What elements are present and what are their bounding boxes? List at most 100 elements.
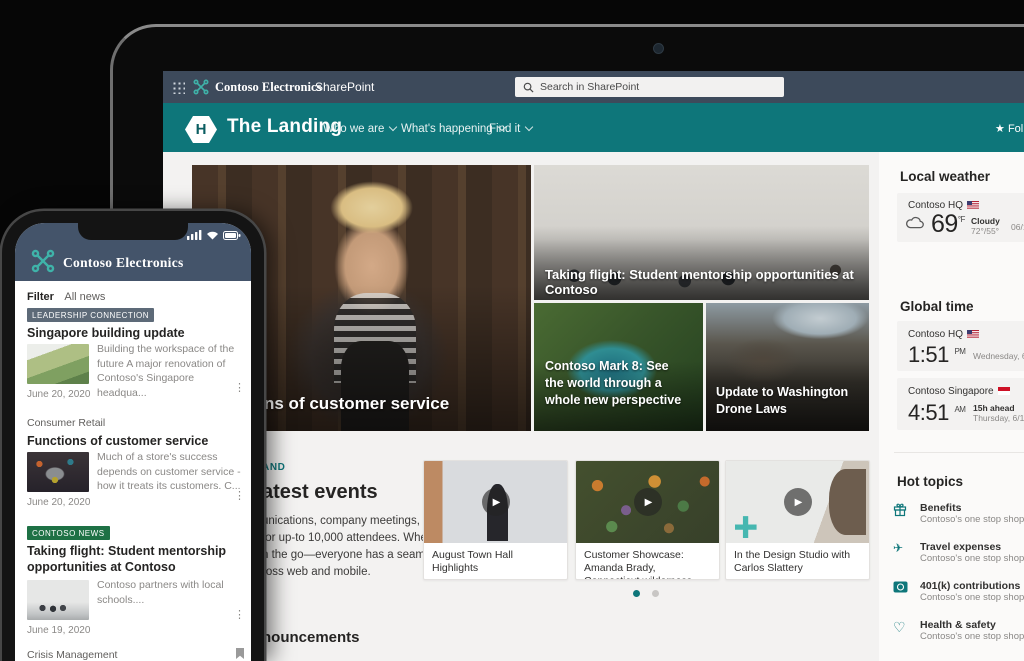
news-date: June 20, 2020 [27,389,90,400]
hero-bottomleft-headline[interactable]: Contoso Mark 8: See the world through a … [545,358,685,409]
contoso-logo-icon [193,79,209,95]
tablet-camera [653,43,664,54]
news-title[interactable]: Functions of customer service [27,433,208,449]
news-thumbnail[interactable] [27,452,89,492]
clock-date: Wednesday, 6/17/ [973,351,1024,361]
play-icon[interactable]: ▶ [784,488,812,516]
us-flag-icon [967,201,979,209]
hero-bottomleft-tile[interactable]: Contoso Mark 8: See the world through a … [534,303,703,431]
weather-card[interactable]: Contoso HQ 69°F Cloudy 72°/55° 06/17/ [897,193,1024,242]
clock-card-hq[interactable]: Contoso HQ 1:51 PM Wednesday, 6/17/ [897,321,1024,371]
phone-status-icons [187,230,241,240]
follow-button[interactable]: ★ Follo [995,122,1024,135]
topic-health-safety[interactable]: ♡ Health & safety Contoso's one stop sho… [893,619,1024,642]
phone-brand: Contoso Electronics [63,255,184,271]
event-card[interactable]: ▶ August Town Hall Highlights [423,460,568,580]
heart-icon: ♡ [893,619,906,636]
carousel-dot[interactable] [652,590,659,597]
site-nav-bar: H The Landing Who we are What's happenin… [163,103,1024,152]
clock-offset: 15h ahead [973,403,1015,413]
site-logo[interactable]: H [185,116,217,143]
site-logo-letter: H [196,121,207,138]
plane-icon: ✈ [893,541,903,555]
weather-heading: Local weather [900,169,990,184]
nav-who-we-are[interactable]: Who we are [323,123,396,135]
news-title[interactable]: Taking flight: Student mentorship opport… [27,543,232,575]
more-options-icon[interactable]: ⋮ [234,381,245,394]
wifi-icon [206,230,219,240]
news-badge: CONTOSO NEWS [27,526,110,540]
suite-bar-product[interactable]: SharePoint [315,80,374,94]
news-badge: LEADERSHIP CONNECTION [27,308,154,322]
chevron-down-icon [525,123,533,131]
clock-date: Thursday, 6/18/20 [973,413,1024,423]
play-icon[interactable]: ▶ [634,488,662,516]
gift-icon [893,503,907,517]
news-category: Consumer Retail [27,417,105,429]
designer-figure [829,469,866,535]
topic-401k-contributions[interactable]: 401(k) contributions Contoso's one stop … [893,580,1024,603]
news-filter[interactable]: Filter All news [27,287,105,305]
hero-bottomright-tile[interactable]: Update to Washington Drone Laws [706,303,869,431]
clock-time: 1:51 PM [908,342,965,368]
weather-temperature: 69°F [931,210,965,239]
events-heading: atest events [262,481,378,504]
right-sidebar: Local weather Contoso HQ 69°F Cloudy 72°… [879,152,1024,661]
topic-benefits[interactable]: Benefits Contoso's one stop shop for t [893,502,1024,525]
events-eyebrow: AND [262,462,285,473]
hero-bottomright-headline[interactable]: Update to Washington Drone Laws [716,384,861,418]
event-video-thumbnail: ▶ [424,461,567,543]
topics-heading: Hot topics [897,474,963,489]
hero-topright-headline[interactable]: Taking flight: Student mentorship opport… [545,267,869,297]
signal-icon [187,230,202,240]
star-icon: ★ [995,123,1005,135]
news-category: Crisis Management [27,649,117,661]
search-input[interactable]: Search in SharePoint [515,77,784,97]
clock-card-singapore[interactable]: Contoso Singapore 4:51 AM 15h ahead Thur… [897,378,1024,430]
news-thumbnail[interactable] [27,344,89,384]
battery-icon [223,231,241,240]
news-thumbnail[interactable] [27,580,89,620]
event-card[interactable]: ▶ In the Design Studio with Carlos Slatt… [725,460,870,580]
news-snippet: Much of a store's successdepends on cust… [97,450,245,494]
nav-find-it[interactable]: Find it [489,123,532,135]
clock-time: 4:51 AM [908,400,965,426]
suite-bar-brand: Contoso Electronics [215,80,321,95]
phone-notch [78,223,188,240]
play-icon[interactable]: ▶ [482,488,510,516]
suite-bar: Contoso Electronics SharePoint Search in… [163,71,1024,103]
weather-hi-lo: 72°/55° [971,226,999,236]
bookmark-icon[interactable] [236,648,244,659]
event-title[interactable]: Customer Showcase: Amanda Brady, Connect… [584,549,712,580]
us-flag-icon [967,330,979,338]
search-placeholder: Search in SharePoint [540,81,639,93]
event-card[interactable]: ▶ Customer Showcase: Amanda Brady, Conne… [575,460,720,580]
more-options-icon[interactable]: ⋮ [234,489,245,502]
phone-device-frame: Contoso Electronics Filter All news LEAD… [2,211,264,661]
news-snippet: Contoso partners with localschools.... [97,578,245,607]
event-title[interactable]: In the Design Studio with Carlos Slatter… [734,549,862,575]
clock-location: Contoso HQ [908,329,979,340]
hero-topright-tile[interactable]: Taking flight: Student mentorship opport… [534,165,869,300]
app-launcher-waffle-icon[interactable] [172,81,185,94]
event-video-thumbnail: ▶ [726,461,869,543]
time-heading: Global time [900,299,974,314]
announcements-heading: nouncements [262,629,360,646]
news-date: June 19, 2020 [27,625,90,636]
carousel-dot-active[interactable] [633,590,640,597]
weather-condition: Cloudy [971,216,1000,226]
chevron-down-icon [389,123,397,131]
contoso-logo-icon [31,249,55,273]
news-title[interactable]: Singapore building update [27,325,185,341]
sharepoint-screen: Contoso Electronics SharePoint Search in… [163,71,1024,661]
events-description: unications, company meetings, and for up… [262,513,447,581]
search-icon [523,82,534,93]
cloud-icon [905,215,927,231]
more-options-icon[interactable]: ⋮ [234,608,245,621]
event-title[interactable]: August Town Hall Highlights [432,549,560,575]
singapore-flag-icon [998,387,1010,395]
composite-scene: Contoso Electronics SharePoint Search in… [0,0,1024,661]
topic-travel-expenses[interactable]: ✈ Travel expenses Contoso's one stop sho… [893,541,1024,564]
phone-screen: Contoso Electronics Filter All news LEAD… [15,223,251,661]
hero-main-headline[interactable]: ns of customer service [264,394,449,414]
